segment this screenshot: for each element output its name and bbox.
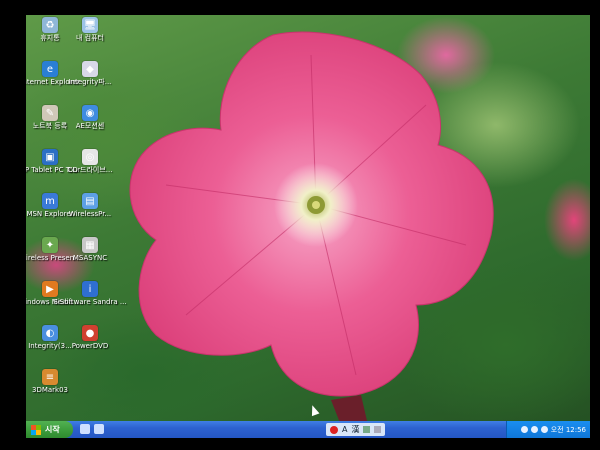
msasync-icon: ▦	[82, 237, 98, 253]
start-label: 시작	[45, 425, 60, 434]
desktop-screen: ♻ 휴지통 🖥 내 컴퓨터 e Internet Explorer ◆ Integrity파.…	[26, 15, 590, 438]
hp-tablet-tour-icon: ▣	[42, 149, 58, 165]
desktop-icon[interactable]: ◉ AE모션센	[66, 105, 114, 130]
windows-logo-icon	[31, 424, 41, 435]
lang-bar-item[interactable]: A	[342, 425, 347, 434]
volume-icon[interactable]	[530, 426, 538, 433]
desktop-icon[interactable]: ◆ Integrity파...	[66, 61, 114, 86]
desktop-icon[interactable]: i SiSoftware Sandra ...	[53, 281, 127, 306]
desktop-icon-label: 노트북 등록	[32, 122, 68, 130]
3dmark-icon: ≡	[42, 369, 58, 385]
desktop-icon-label: 3DMark03	[31, 386, 68, 394]
wireless-presentation-icon: ✦	[42, 237, 58, 253]
desktop-icon-label: Integrity파...	[68, 78, 112, 86]
notebook-register-icon: ✎	[42, 105, 58, 121]
desktop-icon[interactable]: ▤ WirelessPr...	[66, 193, 114, 218]
show-desktop-icon[interactable]	[80, 424, 90, 434]
clock[interactable]: 오전 12:56	[551, 425, 586, 435]
ie-quick-launch-icon[interactable]	[94, 424, 104, 434]
desktop-icon-label: MSASYNC	[72, 254, 108, 262]
powerdvd-icon: ●	[82, 325, 98, 341]
ime-icon	[330, 425, 338, 434]
wireless-pro-icon: ▤	[82, 193, 98, 209]
taskbar: 시작 A 漢 오전 12:56	[26, 421, 590, 438]
desktop-icon-label: AE모션센	[75, 122, 105, 130]
desktop-icon[interactable]: ◎ CD 드라이브...	[66, 149, 114, 174]
ime-help-icon[interactable]	[374, 426, 382, 433]
desktop-icon-label: SiSoftware Sandra ...	[53, 298, 127, 306]
my-computer-icon: 🖥	[82, 17, 98, 33]
power-icon[interactable]	[540, 426, 548, 433]
lang-bar-item[interactable]: 漢	[351, 424, 359, 435]
start-button[interactable]: 시작	[26, 421, 73, 438]
desktop-icon-label: 휴지통	[40, 34, 60, 42]
desktop-icon-label: 내 컴퓨터	[76, 34, 104, 42]
integrity-file-icon: ◆	[82, 61, 98, 77]
desktop-icon[interactable]: ≡ 3DMark03	[26, 369, 74, 394]
ime-settings-icon[interactable]	[363, 426, 371, 433]
desktop-icon[interactable]: ● PowerDVD	[66, 325, 114, 350]
system-tray: 오전 12:56	[506, 421, 590, 438]
ae-motion-sensor-icon: ◉	[82, 105, 98, 121]
desktop-icon[interactable]: 🖥 내 컴퓨터	[66, 17, 114, 42]
internet-explorer-icon: e	[42, 61, 58, 77]
recycle-bin-icon: ♻	[42, 17, 58, 33]
integrity-icon: ◐	[42, 325, 58, 341]
msn-explorer-icon: m	[42, 193, 58, 209]
language-bar[interactable]: A 漢	[326, 423, 386, 436]
desktop-icon[interactable]: ▦ MSASYNC	[66, 237, 114, 262]
network-icon[interactable]	[520, 426, 528, 433]
cd-drive-icon: ◎	[82, 149, 98, 165]
quick-launch	[80, 424, 104, 434]
desktop-icon-label: PowerDVD	[71, 342, 109, 350]
desktop-icon-label: CD 드라이브...	[67, 166, 113, 174]
windows-media-icon: ▶	[42, 281, 58, 297]
sisoftware-sandra-icon: i	[82, 281, 98, 297]
desktop-icon-label: WirelessPr...	[68, 210, 112, 218]
